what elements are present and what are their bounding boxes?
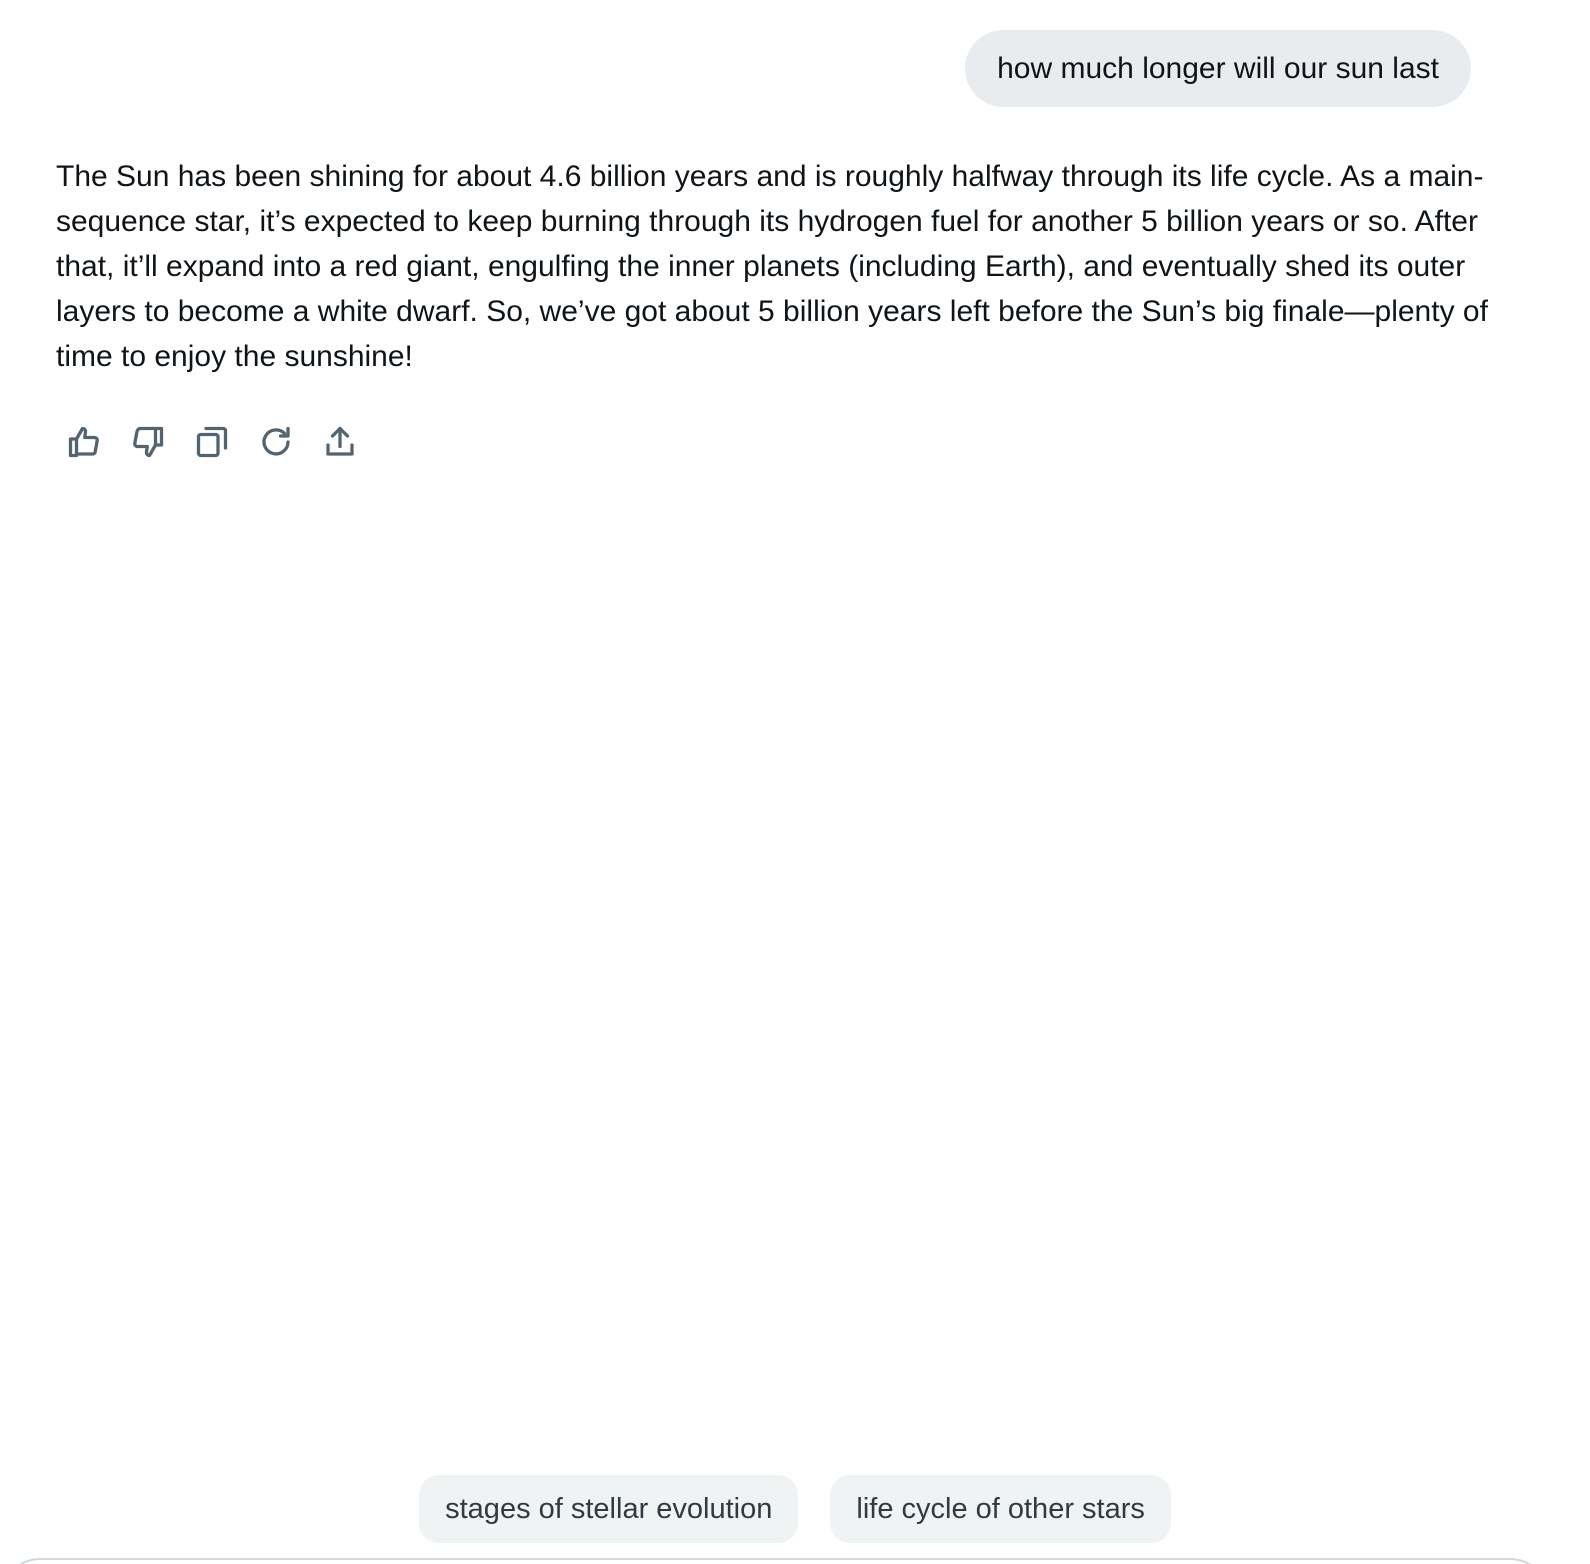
suggestion-chip[interactable]: stages of stellar evolution	[419, 1475, 799, 1543]
chat-page: how much longer will our sun last The Su…	[0, 0, 1590, 1564]
user-message-bubble: how much longer will our sun last	[965, 30, 1471, 107]
suggestion-chips: stages of stellar evolution life cycle o…	[0, 1475, 1590, 1543]
assistant-message-text: The Sun has been shining for about 4.6 b…	[56, 160, 1488, 373]
suggestion-chip[interactable]: life cycle of other stars	[830, 1475, 1171, 1543]
user-message-text: how much longer will our sun last	[997, 51, 1439, 85]
regenerate-button[interactable]	[258, 418, 322, 466]
like-button[interactable]	[66, 418, 130, 466]
regenerate-icon	[262, 426, 290, 456]
dislike-button[interactable]	[130, 418, 194, 466]
copy-icon	[196, 426, 228, 458]
message-composer[interactable]	[0, 1558, 1550, 1564]
response-action-bar	[66, 418, 386, 466]
thumbs-up-icon	[68, 426, 99, 458]
share-button[interactable]	[322, 418, 386, 466]
share-icon	[326, 426, 354, 456]
copy-button[interactable]	[194, 418, 258, 466]
thumbs-down-icon	[133, 426, 164, 458]
